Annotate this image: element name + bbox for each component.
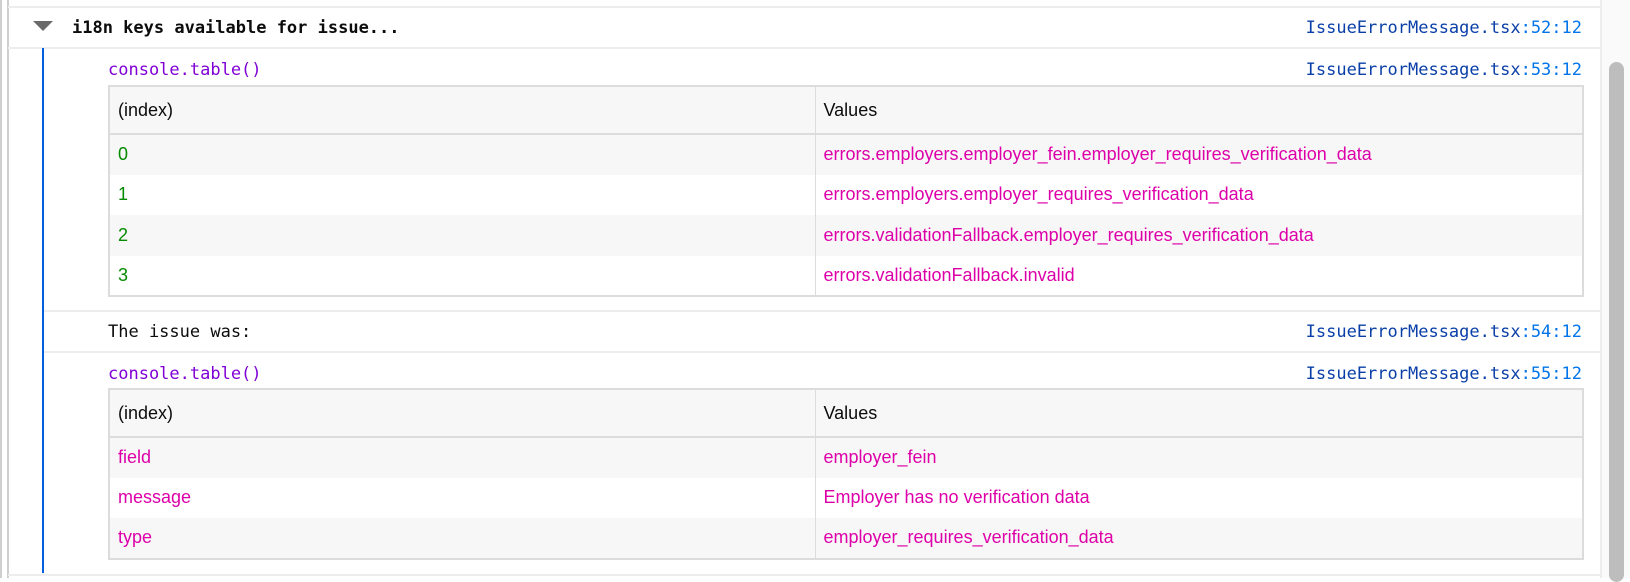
source-link[interactable]: IssueErrorMessage.tsx:54:12 [1306,322,1582,342]
value-cell: employer_requires_verification_data [814,518,1583,559]
panel-edge [0,0,2,578]
table-row: type employer_requires_verification_data [109,518,1583,559]
value-cell: Employer has no verification data [814,477,1583,518]
index-cell: type [109,518,815,559]
value-cell: errors.validationFallback.employer_requi… [814,215,1583,256]
log-message: The issue was: [108,322,252,342]
value-cell: errors.employers.employer_requires_verif… [814,174,1583,215]
divider [44,351,1600,353]
source-position: :55:12 [1520,364,1582,384]
table-row: 1 errors.employers.employer_requires_veri… [109,174,1583,215]
console-table-2: (index) Values field employer_fein message… [108,388,1584,560]
table-row: 2 errors.validationFallback.employer_requ… [109,215,1583,256]
index-cell: 2 [109,215,815,256]
table-row: 0 errors.employers.employer_fein.employer… [109,134,1583,175]
source-file: IssueErrorMessage.tsx [1305,60,1521,80]
console-table-label: console.table() [108,60,262,80]
scrollbar-thumb[interactable] [1609,62,1624,582]
index-cell: 0 [109,134,815,175]
console-table-label: console.table() [108,364,262,384]
table-row: message Employer has no verification data [109,477,1583,518]
source-file: IssueErrorMessage.tsx [1305,18,1521,38]
table-row: field employer_fein [109,437,1583,478]
index-cell: message [118,487,192,508]
group-title: i18n keys available for issue... [72,18,400,38]
value-cell: employer_fein [814,437,1583,478]
value-cell: errors.employers.employer_fein.employer_… [814,134,1583,175]
divider [8,6,1600,8]
source-link[interactable]: IssueErrorMessage.tsx:52:12 [1306,18,1582,38]
source-file: IssueErrorMessage.tsx [1305,364,1521,384]
divider [8,47,1600,49]
divider [8,574,1600,576]
index-cell: 1 [118,184,129,205]
source-file: IssueErrorMessage.tsx [1305,322,1521,342]
source-position: :54:12 [1520,322,1582,342]
index-cell: 3 [118,264,129,285]
source-position: :52:12 [1520,18,1582,38]
panel-edge [7,0,9,578]
column-header[interactable]: Values [814,389,1583,438]
table-row: 3 errors.validationFallback.invalid [109,255,1583,296]
triangle-down-icon[interactable] [33,21,53,31]
column-header[interactable]: Values [814,86,1583,135]
column-header[interactable]: (index) [109,389,815,438]
source-link[interactable]: IssueErrorMessage.tsx:55:12 [1306,364,1582,384]
scrollbar[interactable] [1600,0,1630,582]
divider [44,310,1600,312]
console-table-1: (index) Values 0 errors.employers.employer… [108,85,1584,297]
source-position: :53:12 [1520,60,1582,80]
source-link[interactable]: IssueErrorMessage.tsx:53:12 [1306,60,1582,80]
column-header[interactable]: (index) [109,86,815,135]
value-cell: errors.validationFallback.invalid [814,255,1583,296]
index-cell: field [109,437,815,478]
